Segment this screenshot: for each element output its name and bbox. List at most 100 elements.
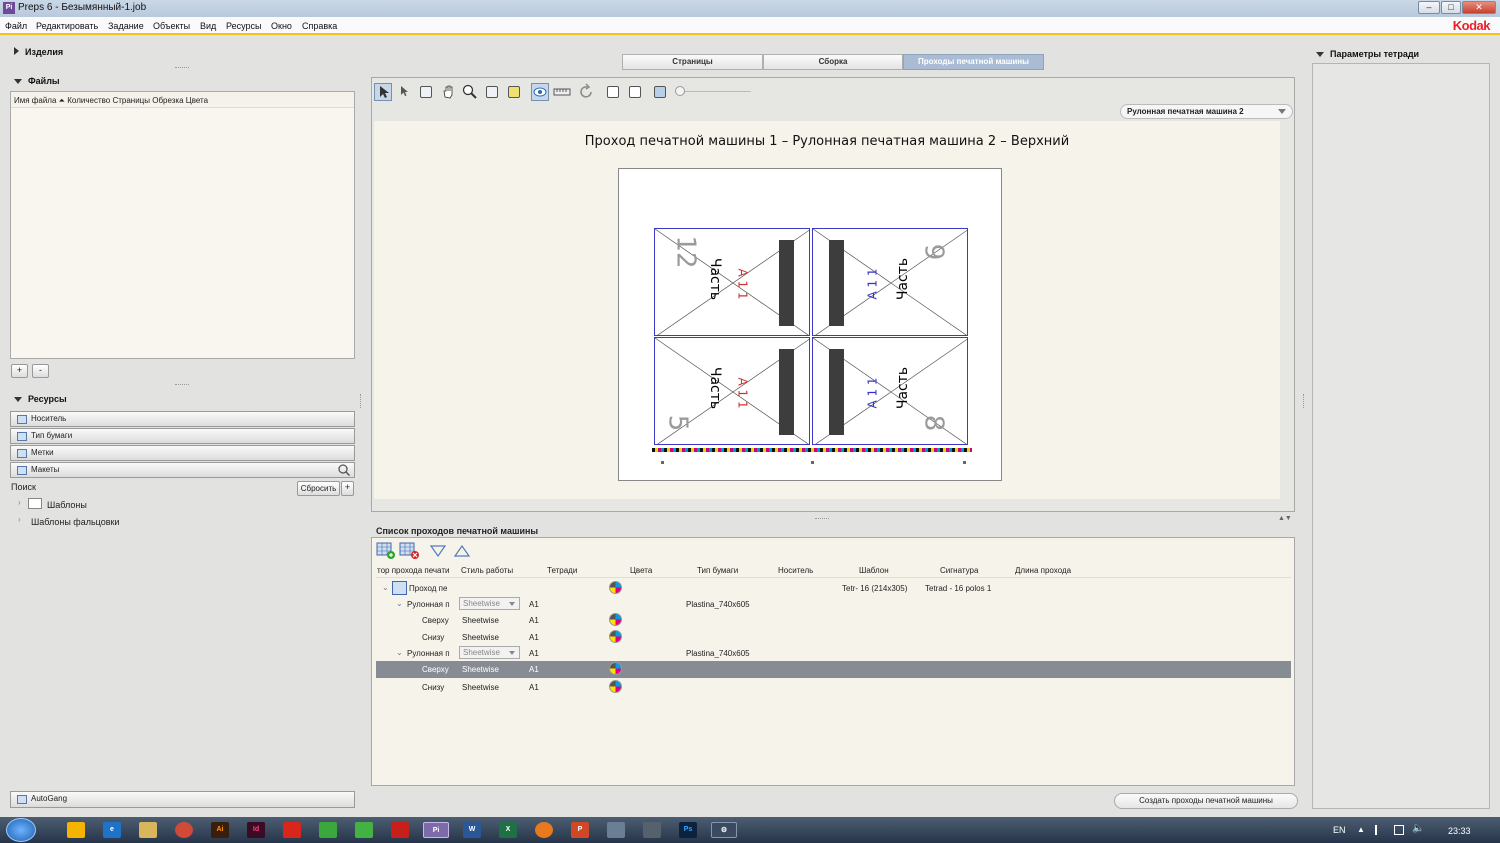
explorer-icon[interactable] [139, 822, 157, 838]
photoshop-icon[interactable]: Ps [679, 822, 697, 838]
table-row[interactable]: ⌄ Рулонная п Sheetwise A1 Plastina_740x6… [376, 596, 1291, 613]
close-button[interactable]: ✕ [1462, 1, 1496, 14]
select-tool-button[interactable] [374, 83, 392, 101]
column-header-press-run[interactable]: тор прохода печати [377, 566, 453, 575]
column-header-signature[interactable]: Сигнатура [940, 566, 978, 575]
powerpoint-icon[interactable]: P [571, 822, 589, 838]
volume-icon[interactable]: 🔈 [1412, 823, 1424, 834]
vertical-splitter[interactable] [360, 394, 363, 408]
search-add-button[interactable]: + [341, 481, 354, 496]
page-cell-8[interactable]: 8 Часть A 1 1 [812, 337, 968, 445]
add-press-run-button[interactable] [376, 542, 396, 560]
work-style-select[interactable]: Sheetwise [459, 597, 520, 610]
autogang-panel[interactable]: AutoGang [10, 791, 355, 808]
indesign-icon[interactable]: Id [247, 822, 265, 838]
page-cell-5[interactable]: 5 Часть A 1 1 [654, 337, 810, 445]
app-icon[interactable] [319, 822, 337, 838]
page-cell-9[interactable]: 9 Часть A 1 1 [812, 228, 968, 336]
table-row[interactable]: ⌄ Проход пе Tetr- 16 (214x305) Tetrad - … [376, 580, 1291, 597]
menu-window[interactable]: Окно [271, 21, 292, 31]
move-up-button[interactable] [453, 544, 471, 557]
layout-grid-button[interactable] [604, 83, 622, 101]
menu-objects[interactable]: Объекты [153, 21, 190, 31]
resource-media[interactable]: Носитель [10, 411, 355, 427]
layout-grid2-button[interactable] [626, 83, 644, 101]
files-header[interactable]: Имя файла ⏶ Количество Страницы Обрезка … [11, 92, 354, 108]
menu-view[interactable]: Вид [200, 21, 216, 31]
app-icon[interactable] [607, 822, 625, 838]
ruler-button[interactable] [553, 83, 571, 101]
tray-expand-icon[interactable]: ▲ [1357, 825, 1365, 834]
resources-section-title[interactable]: Ресурсы [14, 394, 67, 404]
app-icon[interactable] [283, 822, 301, 838]
menu-help[interactable]: Справка [302, 21, 337, 31]
work-style-select[interactable]: Sheetwise [459, 646, 520, 659]
tree-item-templates[interactable]: Шаблоны [47, 500, 87, 510]
illustrator-icon[interactable]: Ai [211, 822, 229, 838]
subselect-tool-button[interactable] [396, 83, 414, 101]
press-sheet[interactable]: 12 Часть A 1 1 9 Часть A 1 1 5 Часть A 1… [618, 168, 1002, 481]
maximize-button[interactable]: □ [1441, 1, 1461, 14]
column-header-run-length[interactable]: Длина прохода [1015, 566, 1071, 575]
preps-taskbar-icon[interactable]: Pi [423, 822, 449, 838]
firefox-icon[interactable] [535, 822, 553, 838]
remove-file-button[interactable]: - [32, 364, 49, 378]
splitter-grip[interactable] [815, 518, 829, 520]
hand-tool-button[interactable] [439, 83, 457, 101]
ie-icon[interactable]: e [103, 822, 121, 838]
excel-icon[interactable]: X [499, 822, 517, 838]
column-header-colors[interactable]: Цвета [630, 566, 652, 575]
table-row[interactable]: Сверху Sheetwise A1 [376, 612, 1291, 629]
reset-button[interactable]: Сбросить [297, 481, 340, 496]
products-section-title[interactable]: Изделия [14, 47, 63, 57]
add-file-button[interactable]: + [11, 364, 28, 378]
menu-file[interactable]: Файл [5, 21, 27, 31]
expander-arrow[interactable]: ⌄ [396, 648, 403, 657]
app-icon[interactable] [643, 822, 661, 838]
press-select[interactable]: Рулонная печатная машина 2 [1120, 104, 1293, 119]
search-icon[interactable] [338, 464, 351, 477]
network-icon[interactable] [1394, 825, 1404, 835]
table-row[interactable]: ⌄ Рулонная п Sheetwise A1 Plastina_740x6… [376, 645, 1291, 662]
splitter-grip[interactable] [175, 384, 189, 386]
zoom-tool-button[interactable] [461, 83, 479, 101]
tree-expander[interactable]: › [18, 498, 21, 507]
table-row[interactable]: Снизу Sheetwise A1 [376, 679, 1291, 696]
table-row-selected[interactable]: Сверху Sheetwise A1 [376, 661, 1291, 678]
column-header-sheets[interactable]: Тетради [547, 566, 577, 575]
tree-item-fold-templates[interactable]: Шаблоны фальцовки [31, 517, 119, 527]
expander-arrow[interactable]: ⌄ [382, 583, 389, 592]
column-header-template[interactable]: Шаблон [859, 566, 889, 575]
column-header-work-style[interactable]: Стиль работы [461, 566, 513, 575]
files-list[interactable]: Имя файла ⏶ Количество Страницы Обрезка … [10, 91, 355, 359]
tab-assembly[interactable]: Сборка [763, 54, 903, 70]
zoom-slider[interactable] [675, 86, 751, 96]
collapse-arrows-icon[interactable]: ▲▼ [1278, 515, 1292, 522]
splitter-grip[interactable] [175, 67, 189, 69]
menu-edit[interactable]: Редактировать [36, 21, 98, 31]
start-button[interactable] [6, 818, 36, 842]
imposition-tool-button[interactable] [505, 83, 523, 101]
create-press-runs-button[interactable]: Создать проходы печатной машины [1114, 793, 1298, 809]
preview-button[interactable] [531, 83, 549, 101]
delete-press-run-button[interactable] [399, 542, 421, 560]
resource-paper-type[interactable]: Тип бумаги [10, 428, 355, 444]
language-indicator[interactable]: EN [1333, 825, 1346, 835]
move-down-button[interactable] [429, 545, 447, 558]
acrobat-icon[interactable] [391, 822, 409, 838]
flag-icon[interactable] [1375, 825, 1385, 835]
column-header-media[interactable]: Носитель [778, 566, 813, 575]
word-icon[interactable]: W [463, 822, 481, 838]
page-tool-button[interactable] [417, 83, 435, 101]
rotate-icon[interactable] [578, 83, 596, 101]
tab-pages[interactable]: Страницы [622, 54, 763, 70]
tab-press-runs[interactable]: Проходы печатной машины [903, 54, 1044, 70]
menu-resources[interactable]: Ресурсы [226, 21, 262, 31]
table-row[interactable]: Снизу Sheetwise A1 [376, 629, 1291, 646]
settings-icon[interactable]: ⚙ [711, 822, 737, 838]
page-cell-12[interactable]: 12 Часть A 1 1 [654, 228, 810, 336]
media-player-icon[interactable] [67, 822, 85, 838]
column-header-paper-type[interactable]: Тип бумаги [697, 566, 738, 575]
menu-job[interactable]: Задание [108, 21, 144, 31]
clock[interactable]: 23:33 [1448, 826, 1471, 836]
